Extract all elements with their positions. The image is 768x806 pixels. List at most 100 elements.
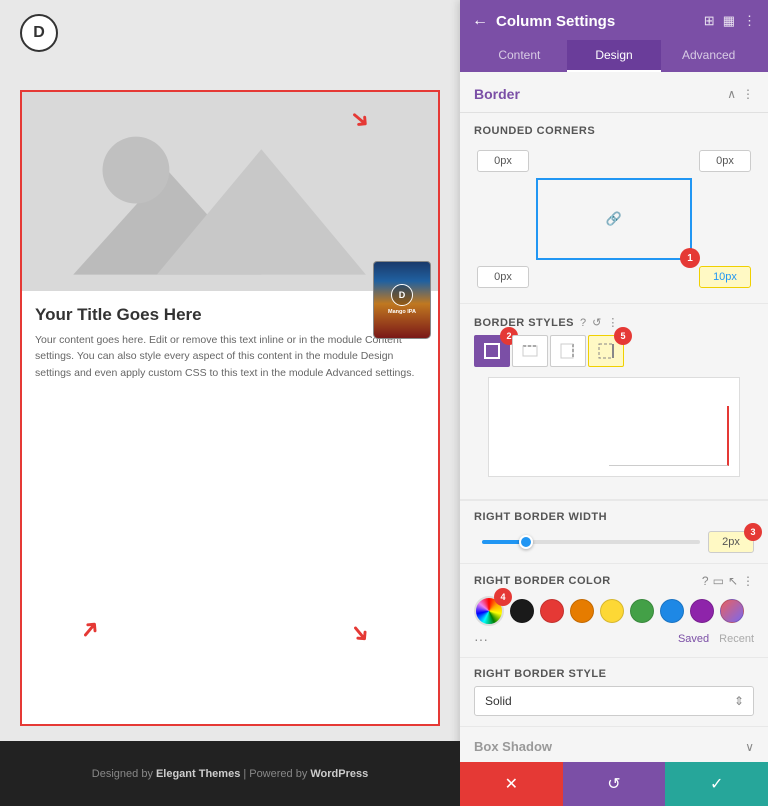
border-preview-inner (609, 406, 729, 466)
color-swatch-yellow[interactable] (600, 599, 624, 623)
right-border-color-label: Right Border Color (474, 575, 611, 587)
cancel-icon: ✕ (505, 774, 518, 794)
rounded-corners-section: Rounded Corners 🔗 1 (460, 113, 768, 304)
border-styles-header-row: Border Styles ? ↺ ⋮ (474, 316, 754, 329)
panel-header: ← Column Settings ⊞ ▦ ⋮ Content Design A… (460, 0, 768, 72)
reset-icon: ↺ (607, 774, 620, 794)
tab-advanced[interactable]: Advanced (661, 40, 756, 72)
color-swatch-red[interactable] (540, 599, 564, 623)
border-styles-more-icon[interactable]: ⋮ (607, 316, 618, 329)
color-help-icon[interactable]: ? (702, 574, 709, 588)
color-swatch-purple[interactable] (690, 599, 714, 623)
color-section-icons: ? ▭ ↖ ⋮ (702, 574, 754, 588)
preview-footer: Designed by Elegant Themes | Powered by … (0, 741, 460, 806)
panel-tabs: Content Design Advanced (472, 40, 756, 72)
saved-recent-btns: Saved Recent (678, 633, 754, 645)
border-right2-icon (597, 342, 615, 360)
right-border-style-section: Right Border Style Solid Dashed Dotted D… (460, 657, 768, 726)
badge-1: 1 (680, 248, 700, 268)
right-panel: ← Column Settings ⊞ ▦ ⋮ Content Design A… (460, 0, 768, 806)
border-style-buttons: 2 5 (474, 335, 754, 367)
columns-icon[interactable]: ▦ (723, 13, 735, 29)
recent-btn[interactable]: Recent (719, 633, 754, 645)
slider-track[interactable] (482, 540, 700, 544)
beer-can: D Mango IPA (373, 261, 431, 339)
border-all-btn-wrap: 2 (474, 335, 510, 367)
color-swatches-row: 4 (474, 596, 754, 626)
can-logo: D (391, 284, 413, 306)
corner-top-left-input[interactable] (477, 150, 529, 172)
cancel-button[interactable]: ✕ (460, 762, 563, 806)
border-styles-reset-icon[interactable]: ↺ (592, 316, 601, 329)
border-styles-label: Border Styles (474, 317, 574, 329)
color-mobile-icon[interactable]: ▭ (713, 574, 724, 588)
bottom-toolbar: ✕ ↺ ✓ (460, 762, 768, 806)
saved-btn[interactable]: Saved (678, 633, 709, 645)
border-top-icon (521, 342, 539, 360)
badge-3-container: 3 (708, 531, 754, 553)
more-icon[interactable]: ⋮ (743, 13, 756, 29)
panel-header-icons: ⊞ ▦ ⋮ (704, 13, 756, 29)
more-colors-btn[interactable]: ··· (474, 631, 488, 647)
color-label-row: Right Border Color ? ▭ ↖ ⋮ (474, 574, 754, 588)
save-button[interactable]: ✓ (665, 762, 768, 806)
tab-design[interactable]: Design (567, 40, 662, 72)
color-swatch-orange[interactable] (570, 599, 594, 623)
rounded-corners-label: Rounded Corners (474, 125, 754, 137)
box-shadow-toggle-icon[interactable]: ∨ (745, 740, 754, 754)
color-picker-badge-wrap: 4 (474, 596, 504, 626)
border-all-icon (483, 342, 501, 360)
link-icon[interactable]: 🔗 (606, 211, 622, 227)
tab-content[interactable]: Content (472, 40, 567, 72)
corner-bottom-left-input[interactable] (477, 266, 529, 288)
badge-3: 3 (744, 523, 762, 541)
corner-preview-box: 🔗 1 (536, 178, 692, 260)
panel-body: Border ∧ ⋮ Rounded Corners 🔗 1 (460, 72, 768, 762)
corners-grid: 🔗 1 (474, 147, 754, 291)
preview-title: Your Title Goes Here (35, 305, 425, 325)
color-swatch-gradient[interactable] (720, 599, 744, 623)
slider-row: 3 (474, 531, 754, 553)
border-styles-help-icon[interactable]: ? (580, 317, 586, 329)
panel-title: Column Settings (496, 13, 615, 30)
border-right-btn[interactable] (550, 335, 586, 367)
back-button[interactable]: ← (472, 12, 488, 30)
color-swatch-green[interactable] (630, 599, 654, 623)
box-shadow-header: Box Shadow ∨ (474, 739, 754, 754)
section-more-icon[interactable]: ⋮ (742, 87, 754, 101)
preview-area: D D Mango IPA Yo (0, 0, 460, 806)
section-controls: ∧ ⋮ (727, 87, 754, 101)
preview-text-area: D Mango IPA Your Title Goes Here Your co… (21, 291, 439, 395)
border-style-preview (488, 377, 740, 477)
badge-5: 5 (614, 327, 632, 345)
box-shadow-section: Box Shadow ∨ (460, 726, 768, 762)
corner-bottom-right-input[interactable] (699, 266, 751, 288)
color-swatch-blue[interactable] (660, 599, 684, 623)
preview-body: Your content goes here. Edit or remove t… (35, 332, 425, 381)
color-swatch-black[interactable] (510, 599, 534, 623)
border-section-title: Border (474, 86, 520, 102)
color-cursor-icon[interactable]: ↖ (728, 574, 738, 588)
border-section-header: Border ∧ ⋮ (460, 72, 768, 113)
can-brand: Mango IPA (388, 309, 416, 316)
collapse-icon[interactable]: ∧ (727, 87, 736, 101)
right-border-width-label: Right Border Width (474, 511, 754, 523)
border-styles-section: Border Styles ? ↺ ⋮ 2 (460, 304, 768, 500)
panel-title-row: ← Column Settings ⊞ ▦ ⋮ (472, 12, 756, 30)
border-right-icon (559, 342, 577, 360)
border-top-btn[interactable] (512, 335, 548, 367)
save-icon: ✓ (710, 774, 723, 794)
right-border-style-label: Right Border Style (474, 668, 754, 680)
responsive-icon[interactable]: ⊞ (704, 13, 715, 29)
color-saved-row: ··· Saved Recent (474, 631, 754, 647)
right-border-width-section: Right Border Width 3 (460, 500, 768, 563)
corner-top-right-input[interactable] (699, 150, 751, 172)
style-dropdown-wrapper: Solid Dashed Dotted Double None ⇕ (474, 686, 754, 716)
divi-logo: D (20, 14, 58, 52)
color-more-icon[interactable]: ⋮ (742, 574, 754, 588)
badge-4: 4 (494, 588, 512, 606)
right-border-color-section: Right Border Color ? ▭ ↖ ⋮ 4 (460, 563, 768, 657)
right-border-style-select[interactable]: Solid Dashed Dotted Double None (474, 686, 754, 716)
reset-button[interactable]: ↺ (563, 762, 666, 806)
slider-thumb[interactable] (519, 535, 533, 549)
